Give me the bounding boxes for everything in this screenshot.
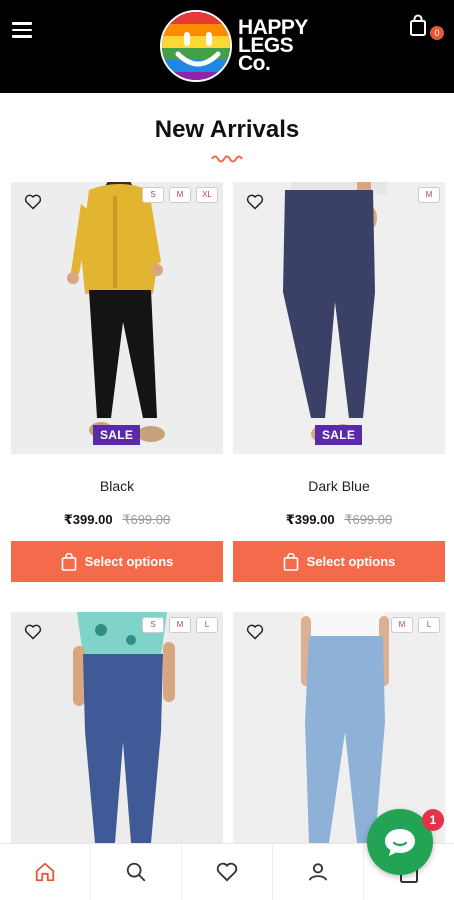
shopping-bag-icon (410, 14, 426, 36)
size-chip[interactable]: M (418, 187, 440, 203)
size-chip[interactable]: L (418, 617, 440, 633)
select-options-button[interactable]: Select options (233, 541, 445, 582)
nav-home[interactable] (0, 844, 91, 900)
size-options: S M XL (142, 187, 218, 203)
price-row: ₹399.00 ₹699.00 (11, 512, 223, 528)
select-options-button[interactable]: Select options (11, 541, 223, 582)
current-price: ₹399.00 (63, 512, 113, 527)
bag-icon (283, 552, 298, 571)
search-icon (126, 862, 146, 882)
bag-icon (61, 552, 76, 571)
nav-search[interactable] (91, 844, 182, 900)
nav-account[interactable] (273, 844, 364, 900)
heart-icon (216, 862, 238, 882)
chat-bubble-icon (385, 829, 415, 856)
wishlist-heart-icon[interactable] (24, 194, 44, 212)
home-icon (35, 862, 55, 882)
size-options: M L (391, 617, 440, 633)
site-logo[interactable]: HAPPY LEGS Co. (160, 10, 308, 82)
size-options: S M L (142, 617, 218, 633)
size-chip[interactable]: S (142, 187, 164, 203)
size-options: M (418, 187, 440, 203)
site-header: HAPPY LEGS Co. 0 (0, 0, 454, 93)
product-image[interactable]: S M XL SALE (11, 182, 223, 454)
size-chip[interactable]: L (196, 617, 218, 633)
size-chip[interactable]: XL (196, 187, 218, 203)
nav-wishlist[interactable] (182, 844, 273, 900)
product-image[interactable]: M L (233, 612, 445, 843)
select-options-label: Select options (306, 554, 396, 569)
chat-notification-badge: 1 (422, 809, 444, 831)
title-underline-squiggle (211, 155, 243, 163)
sale-badge: SALE (315, 425, 363, 445)
logo-line: Co. (238, 52, 271, 75)
product-card: S M L (11, 612, 223, 843)
product-image[interactable]: S M L (11, 612, 223, 843)
original-price: ₹699.00 (344, 512, 393, 527)
sale-badge: SALE (93, 425, 141, 445)
product-name[interactable]: Black (11, 478, 223, 494)
current-price: ₹399.00 (285, 512, 335, 527)
product-card: S M XL SALE Black ₹399.00 ₹699.00 Select… (11, 182, 223, 582)
section-title: New Arrivals (154, 116, 300, 143)
size-chip[interactable]: M (169, 617, 191, 633)
cart-count-badge: 0 (430, 26, 444, 40)
wishlist-heart-icon[interactable] (24, 624, 44, 642)
product-name[interactable]: Dark Blue (233, 478, 445, 494)
product-card: M L (233, 612, 445, 843)
hamburger-menu-icon[interactable] (12, 22, 32, 38)
select-options-label: Select options (84, 554, 174, 569)
cart-button[interactable]: 0 (408, 14, 444, 44)
wishlist-heart-icon[interactable] (246, 624, 266, 642)
product-image[interactable]: M SALE (233, 182, 445, 454)
size-chip[interactable]: M (169, 187, 191, 203)
smiley-logo-icon (160, 10, 232, 82)
wishlist-heart-icon[interactable] (246, 194, 266, 212)
price-row: ₹399.00 ₹699.00 (233, 512, 445, 528)
size-chip[interactable]: S (142, 617, 164, 633)
size-chip[interactable]: M (391, 617, 413, 633)
user-icon (308, 863, 328, 881)
original-price: ₹699.00 (122, 512, 171, 527)
logo-wordmark: HAPPY LEGS Co. (238, 17, 308, 75)
product-card: M SALE Dark Blue ₹399.00 ₹699.00 Select … (233, 182, 445, 582)
